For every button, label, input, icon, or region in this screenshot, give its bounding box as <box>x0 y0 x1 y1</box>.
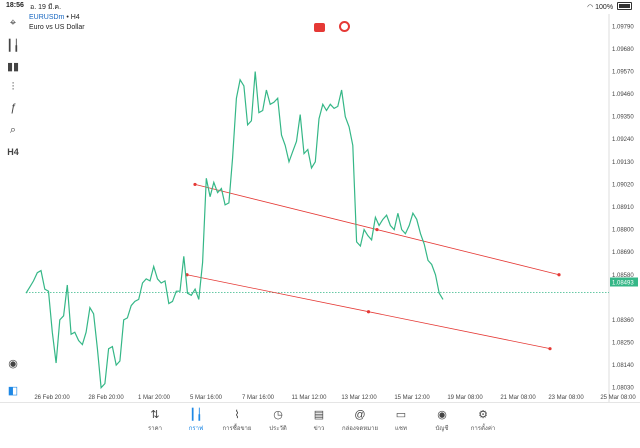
nav-item[interactable]: ⇅ ราคา <box>135 407 175 433</box>
mailbox-icon: @ <box>354 409 366 421</box>
nav-label: กล่องจดหมาย <box>341 426 379 432</box>
price-tick-label: 1.09680 <box>612 47 634 53</box>
price-tick-label: 1.08250 <box>612 341 634 347</box>
price-tick-label: 1.08690 <box>612 250 634 256</box>
quotes-icon: ⇅ <box>150 409 160 421</box>
bottom-navigation: ⇅ ราคา ┃╽ กราฟ ⌇ การซื้อขาย ◷ ประวัติ ▤ ข่าว @ กล่อ… <box>0 402 640 448</box>
nav-item[interactable]: ▭ แชท <box>381 407 421 433</box>
quick-trade-buttons <box>314 19 364 37</box>
nav-item[interactable]: ⚙ การตั้งค่า <box>463 407 503 433</box>
time-tick-label: 7 Mar 16:00 <box>242 395 275 401</box>
price-tick-label: 1.09020 <box>612 182 634 188</box>
nav-item[interactable]: ◷ ประวัติ <box>258 407 298 433</box>
news-icon: ▤ <box>313 409 325 421</box>
chart-toolbar: ⌖ ┃╽ ▮▮ ⫶ ƒ ⌕ H4 ◉ ◧ <box>0 12 24 402</box>
one-click-trade-icon[interactable] <box>314 23 325 32</box>
price-axis: 1.09790 1.09680 1.09570 1.09460 1.09350 1.092… <box>612 24 634 391</box>
nav-item[interactable]: ◉ บัญชี <box>422 407 462 433</box>
symbol-description: Euro vs US Dollar <box>29 24 85 31</box>
time-tick-label: 26 Feb 20:00 <box>34 395 70 401</box>
price-tick-label: 1.09460 <box>612 92 634 98</box>
time-axis: 26 Feb 20:00 28 Feb 20:00 1 Mar 20:00 5 Mar… <box>34 395 636 401</box>
shapes-icon[interactable]: ⌕ <box>5 122 21 138</box>
time-tick-label: 25 Mar 08:00 <box>600 395 636 401</box>
crosshair-icon[interactable]: ⌖ <box>5 15 21 31</box>
price-tick-label: 1.08910 <box>612 205 634 211</box>
price-tick-label: 1.08360 <box>612 318 634 324</box>
time-tick-label: 5 Mar 16:00 <box>190 395 223 401</box>
nav-item[interactable]: ┃╽ กราฟ <box>176 407 216 433</box>
chat-icon: ▭ <box>395 409 407 421</box>
nav-item[interactable]: @ กล่องจดหมาย <box>340 407 380 433</box>
trendline-handle[interactable] <box>366 310 371 314</box>
chart-settings-icon[interactable]: ◉ <box>5 355 21 371</box>
indicators-icon[interactable]: ▮▮ <box>5 58 21 74</box>
trade-level-icon[interactable] <box>339 21 350 32</box>
trendline-handle[interactable] <box>557 273 561 277</box>
price-tick-label: 1.09790 <box>612 24 634 30</box>
nav-label: กราฟ <box>188 426 204 432</box>
current-price-value: 1.08493 <box>612 280 634 286</box>
time-tick-label: 13 Mar 12:00 <box>341 395 377 401</box>
current-price-tag: 1.08493 <box>610 277 638 287</box>
trendline-handle[interactable] <box>375 227 379 232</box>
price-tick-label: 1.09570 <box>612 69 634 75</box>
time-tick-label: 23 Mar 08:00 <box>548 395 584 401</box>
objects-icon[interactable]: ⫶ <box>5 79 21 95</box>
time-tick-label: 15 Mar 12:00 <box>394 395 430 401</box>
price-series-line <box>25 71 444 390</box>
account-icon: ◉ <box>437 409 447 421</box>
trade-icon: ⌇ <box>234 409 240 421</box>
chart-icon: ┃╽ <box>189 409 203 421</box>
chart-type-icon[interactable]: ┃╽ <box>5 37 21 53</box>
nav-label: ราคา <box>148 426 162 432</box>
history-icon: ◷ <box>273 409 283 421</box>
trade-panel-icon[interactable]: ◧ <box>5 382 21 398</box>
timeframe-button[interactable]: H4 <box>5 144 21 160</box>
nav-item[interactable]: ▤ ข่าว <box>299 407 339 433</box>
symbol-name: EURUSDm <box>29 14 65 21</box>
time-tick-label: 1 Mar 20:00 <box>138 395 171 401</box>
nav-label: ข่าว <box>313 426 325 432</box>
nav-label: แชท <box>395 426 407 432</box>
nav-label: การตั้งค่า <box>470 426 496 432</box>
time-tick-label: 19 Mar 08:00 <box>447 395 483 401</box>
nav-label: บัญชี <box>435 426 449 432</box>
price-tick-label: 1.08140 <box>612 363 634 369</box>
price-tick-label: 1.09240 <box>612 137 634 143</box>
nav-label: ประวัติ <box>269 426 287 432</box>
time-tick-label: 11 Mar 12:00 <box>292 395 328 401</box>
function-icon[interactable]: ƒ <box>5 100 21 116</box>
trendlines[interactable] <box>185 182 561 351</box>
price-tick-label: 1.08030 <box>612 386 634 392</box>
settings-icon: ⚙ <box>478 409 488 421</box>
price-tick-label: 1.09350 <box>612 115 634 121</box>
price-chart[interactable]: 1.09790 1.09680 1.09570 1.09460 1.09350 1.092… <box>0 0 640 447</box>
trendline-handle[interactable] <box>548 347 552 351</box>
nav-item[interactable]: ⌇ การซื้อขาย <box>217 407 257 433</box>
price-tick-label: 1.09130 <box>612 160 634 166</box>
price-tick-label: 1.08800 <box>612 228 634 234</box>
symbol-timeframe: • H4 <box>64 14 80 21</box>
time-tick-label: 28 Feb 20:00 <box>88 395 124 401</box>
time-tick-label: 21 Mar 08:00 <box>500 395 536 401</box>
trendline-handle[interactable] <box>193 182 197 187</box>
nav-label: การซื้อขาย <box>222 426 252 432</box>
symbol-info[interactable]: EURUSDm • H4 Euro vs US Dollar <box>29 13 85 33</box>
